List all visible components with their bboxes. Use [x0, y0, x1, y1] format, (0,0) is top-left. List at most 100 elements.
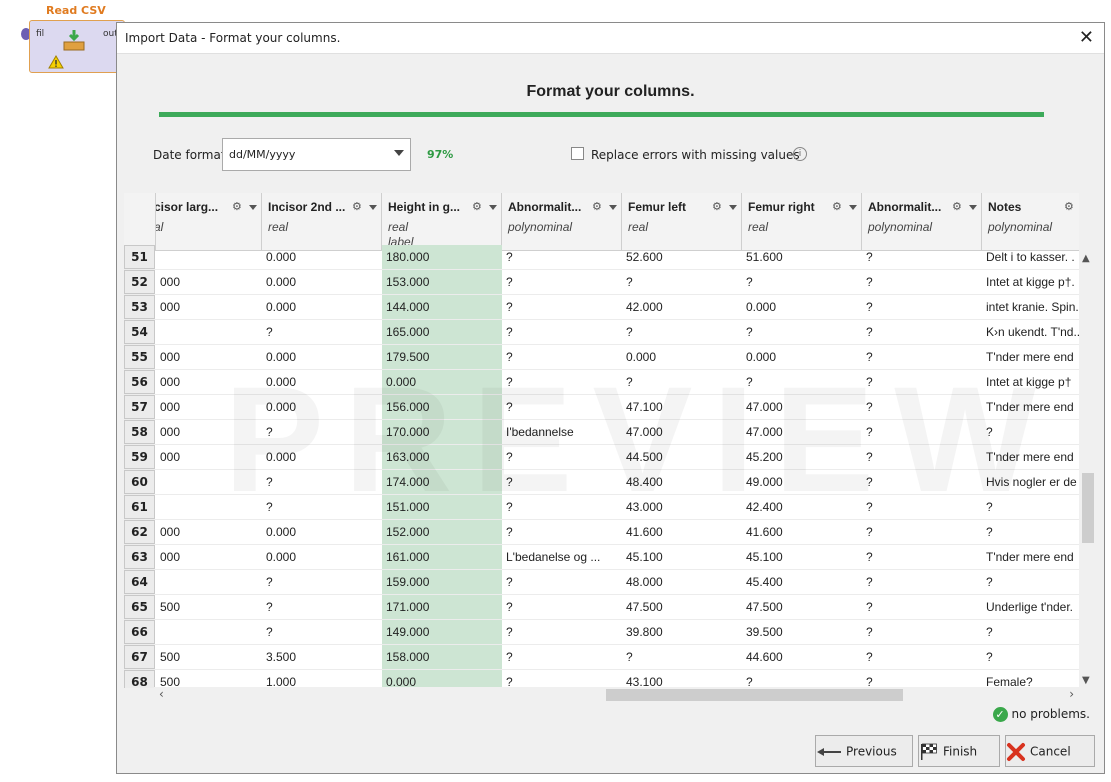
table-cell: ?	[506, 475, 513, 489]
table-cell: I'bedannelse	[506, 425, 574, 439]
table-cell: ?	[266, 500, 273, 514]
table-cell: ?	[506, 350, 513, 364]
table-cell: Intet at kigge p†. I	[986, 275, 1079, 289]
column-name: Abnormalit...	[508, 200, 582, 214]
table-cell: 159.000	[382, 570, 502, 594]
table-cell: ?	[266, 600, 273, 614]
row-number: 56	[124, 370, 155, 394]
chevron-down-icon[interactable]	[969, 205, 977, 210]
previous-button[interactable]: Previous	[815, 735, 913, 767]
table-cell: 0.000	[266, 300, 297, 314]
gear-icon[interactable]: ⚙	[592, 200, 602, 213]
gear-icon[interactable]: ⚙	[352, 200, 362, 213]
column-header[interactable]: Abnormalit... polynominal ⚙	[502, 193, 622, 251]
gear-icon[interactable]: ⚙	[832, 200, 842, 213]
import-data-dialog: Import Data - Format your columns. ✕ For…	[116, 22, 1105, 774]
row-header-corner	[124, 193, 156, 251]
table-row: 67 500 3.500 158.000?? 44.600??	[124, 645, 1079, 670]
table-cell: ?	[866, 300, 873, 314]
table-cell: 47.000	[626, 425, 663, 439]
horizontal-scroll-thumb[interactable]	[606, 689, 903, 701]
table-cell: 152.000	[382, 520, 502, 544]
chevron-down-icon[interactable]	[489, 205, 497, 210]
close-icon[interactable]: ✕	[1079, 27, 1094, 48]
horizontal-scrollbar[interactable]: ‹ ›	[154, 687, 1079, 703]
column-name: Incisor 2nd ...	[268, 200, 346, 214]
gear-icon[interactable]: ⚙	[712, 200, 722, 213]
scroll-right-icon[interactable]: ›	[1069, 687, 1074, 701]
status-text: no problems.	[1011, 707, 1090, 721]
gear-icon[interactable]: ⚙	[232, 200, 242, 213]
table-cell: ?	[506, 400, 513, 414]
table-cell: 0.000	[382, 670, 502, 688]
column-header[interactable]: cisor larg... al ⚙	[154, 193, 262, 251]
scroll-left-icon[interactable]: ‹	[159, 687, 164, 701]
warning-icon	[48, 55, 64, 69]
chevron-down-icon	[394, 150, 404, 156]
column-name: Abnormalit...	[868, 200, 942, 214]
finish-flag-icon	[921, 743, 937, 760]
vertical-scrollbar[interactable]: ▲ ▼	[1079, 251, 1095, 688]
column-name: Notes	[988, 200, 1022, 214]
chevron-down-icon[interactable]	[369, 205, 377, 210]
table-cell: 47.000	[746, 400, 783, 414]
vertical-scroll-thumb[interactable]	[1082, 473, 1094, 543]
table-cell: ?	[266, 425, 273, 439]
table-cell: ?	[506, 300, 513, 314]
table-cell: Delt i to kasser. .	[986, 250, 1075, 264]
gear-icon[interactable]: ⚙	[472, 200, 482, 213]
date-format-value: dd/MM/yyyy	[229, 148, 296, 161]
table-cell: 45.400	[746, 575, 783, 589]
gear-icon[interactable]: ⚙	[1064, 200, 1074, 213]
column-header[interactable]: Abnormalit... polynominal ⚙	[862, 193, 982, 251]
scroll-up-icon[interactable]: ▲	[1082, 253, 1090, 264]
row-number: 55	[124, 345, 155, 369]
table-cell: L'bedanelse og ...	[506, 550, 601, 564]
table-cell: ?	[626, 375, 633, 389]
cancel-button[interactable]: Cancel	[1005, 735, 1095, 767]
table-cell: 0.000	[266, 450, 297, 464]
column-header[interactable]: Femur right real ⚙	[742, 193, 862, 251]
column-header[interactable]: Height in g... real label ⚙	[382, 193, 502, 251]
table-cell: 3.500	[266, 650, 297, 664]
table-cell: T'nder mere end	[986, 550, 1074, 564]
table-row: 56 000 0.000 0.000???? Intet at kigge p†	[124, 370, 1079, 395]
scroll-down-icon[interactable]: ▼	[1082, 675, 1090, 686]
table-cell: ?	[266, 575, 273, 589]
date-format-label: Date format	[153, 148, 226, 162]
chevron-down-icon[interactable]	[249, 205, 257, 210]
chevron-down-icon[interactable]	[849, 205, 857, 210]
table-cell: ?	[866, 525, 873, 539]
status-indicator: ✓ no problems.	[992, 707, 1090, 722]
info-icon[interactable]: i	[793, 147, 807, 161]
table-cell: ?	[866, 250, 873, 264]
table-cell: 51.600	[746, 250, 783, 264]
table-cell: 0.000	[266, 550, 297, 564]
table-cell: 49.000	[746, 475, 783, 489]
table-cell: ?	[746, 375, 753, 389]
column-header[interactable]: Femur left real ⚙	[622, 193, 742, 251]
wizard-progress-bar	[159, 112, 1044, 117]
table-cell: 47.000	[746, 425, 783, 439]
table-cell	[156, 495, 262, 519]
column-type: polynominal	[508, 220, 573, 234]
replace-errors-checkbox[interactable]	[571, 147, 584, 160]
table-cell: ?	[266, 325, 273, 339]
date-format-select[interactable]: dd/MM/yyyy	[222, 138, 411, 171]
table-row: 62 000 0.000 152.000? 41.600 41.600??	[124, 520, 1079, 545]
table-row: 60? 174.000? 48.400 49.000? Hvis nogler er d…	[124, 470, 1079, 495]
column-name: Height in g...	[388, 200, 460, 214]
column-header[interactable]: Incisor 2nd ... real ⚙	[262, 193, 382, 251]
table-cell: ?	[266, 475, 273, 489]
table-row: 65 500? 171.000? 47.500 47.500? Underlige t'n…	[124, 595, 1079, 620]
table-cell: 39.800	[626, 625, 663, 639]
chevron-down-icon[interactable]	[729, 205, 737, 210]
table-cell: ?	[626, 650, 633, 664]
column-header[interactable]: Notes polynominal ⚙	[982, 193, 1079, 251]
table-cell: ?	[626, 275, 633, 289]
gear-icon[interactable]: ⚙	[952, 200, 962, 213]
chevron-down-icon[interactable]	[609, 205, 617, 210]
table-cell: 000	[160, 350, 181, 364]
finish-button[interactable]: Finish	[918, 735, 1000, 767]
table-row: 61? 151.000? 43.000 42.400??	[124, 495, 1079, 520]
